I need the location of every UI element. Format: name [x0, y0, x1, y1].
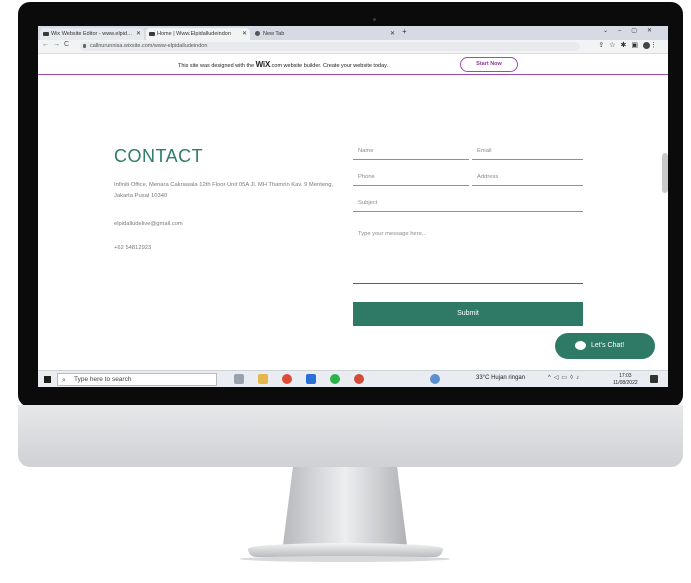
tab-label: Wix Website Editor - www.elpid…: [51, 31, 133, 37]
profile-avatar[interactable]: [643, 41, 650, 49]
submit-button[interactable]: Submit: [353, 302, 583, 326]
windows-taskbar: ⌕ Type here to search 33°C Hujan ringan …: [38, 370, 668, 387]
camera-dot: [373, 18, 376, 21]
contact-address: Infiniti Office, Menara Cakrawala 12th F…: [114, 182, 334, 199]
stand-shadow: [240, 556, 450, 562]
window-controls-icon[interactable]: ⌄–▢✕: [603, 27, 662, 34]
close-tab-icon[interactable]: ✕: [390, 28, 395, 40]
toolbar-icons[interactable]: ⇪☆✱▣ ⋮: [598, 41, 662, 49]
subject-field[interactable]: Subject: [353, 200, 583, 212]
app-tray-icon[interactable]: [430, 374, 440, 384]
tab-wix-editor[interactable]: Wix Website Editor - www.elpid… ✕: [40, 28, 144, 40]
tab-new[interactable]: New Tab ✕: [252, 28, 398, 40]
clock-date: 11/08/2022: [613, 379, 638, 386]
banner-text-before: This site was designed with the: [178, 63, 255, 69]
new-tab-plus-icon[interactable]: +: [402, 27, 407, 36]
address-bar-row: ←→C callnurunnisa.wixsite.com/www-elpida…: [38, 40, 668, 54]
email-field[interactable]: Email: [472, 148, 583, 160]
word-icon[interactable]: [306, 374, 316, 384]
tab-strip: Wix Website Editor - www.elpid… ✕ Home |…: [38, 26, 668, 40]
taskbar-clock[interactable]: 17:03 11/08/2022: [613, 373, 638, 386]
system-tray-icons[interactable]: ^◁▭◊♪: [548, 374, 582, 381]
contact-phone: +62 54812923: [114, 245, 152, 251]
search-icon: ⌕: [62, 377, 66, 384]
screen: Wix Website Editor - www.elpid… ✕ Home |…: [38, 26, 668, 387]
page-scrollbar[interactable]: [662, 153, 668, 193]
monitor-stand: [283, 467, 407, 545]
contact-heading: CONTACT: [114, 146, 204, 166]
weather-widget[interactable]: 33°C Hujan ringan: [476, 375, 525, 381]
tab-home[interactable]: Home | Www.Elpidalludeindon ✕: [146, 28, 250, 40]
lets-chat-button[interactable]: Let's Chat!: [555, 333, 655, 359]
chat-label: Let's Chat!: [591, 342, 625, 349]
tab-label: Home | Www.Elpidalludeindon: [157, 31, 231, 37]
wix-banner: This site was designed with the WiX.com …: [38, 54, 668, 75]
chrome-icon[interactable]: [282, 374, 292, 384]
wix-favicon-icon: [149, 32, 155, 36]
chrome-favicon-icon: [255, 31, 260, 36]
url-field[interactable]: callnurunnisa.wixsite.com/www-elpidallud…: [80, 42, 580, 51]
name-field[interactable]: Name: [353, 148, 469, 160]
monitor-base: [248, 543, 443, 557]
message-textarea[interactable]: Type your message here...: [353, 226, 583, 284]
start-now-button[interactable]: Start Now: [460, 57, 518, 72]
address-field[interactable]: Address: [472, 174, 583, 186]
file-explorer-icon[interactable]: [258, 374, 268, 384]
close-tab-icon[interactable]: ✕: [136, 28, 141, 40]
lock-icon: [83, 44, 86, 48]
phone-field[interactable]: Phone: [353, 174, 469, 186]
tab-label: New Tab: [263, 31, 285, 37]
banner-text-after: .com website builder. Create your websit…: [270, 63, 389, 69]
windows-start-icon[interactable]: [44, 376, 51, 383]
task-view-icon[interactable]: [234, 374, 244, 384]
taskbar-search-box[interactable]: ⌕ Type here to search: [57, 373, 217, 386]
close-tab-icon[interactable]: ✕: [242, 28, 247, 40]
chrome-profile-icon[interactable]: [354, 374, 364, 384]
monitor-chin: [18, 405, 683, 467]
url-text: callnurunnisa.wixsite.com/www-elpidallud…: [90, 43, 208, 49]
banner-text: This site was designed with the WiX.com …: [178, 60, 388, 69]
wix-favicon-icon: [43, 32, 49, 36]
chat-bubble-icon: [575, 341, 586, 350]
nav-buttons-icon[interactable]: ←→C: [42, 41, 73, 48]
spotify-icon[interactable]: [330, 374, 340, 384]
contact-email: elpidalludelive@gmail.com: [114, 221, 183, 227]
notification-icon[interactable]: [650, 375, 658, 383]
wix-logo: WiX: [255, 60, 271, 69]
taskbar-search-placeholder: Type here to search: [74, 376, 132, 383]
